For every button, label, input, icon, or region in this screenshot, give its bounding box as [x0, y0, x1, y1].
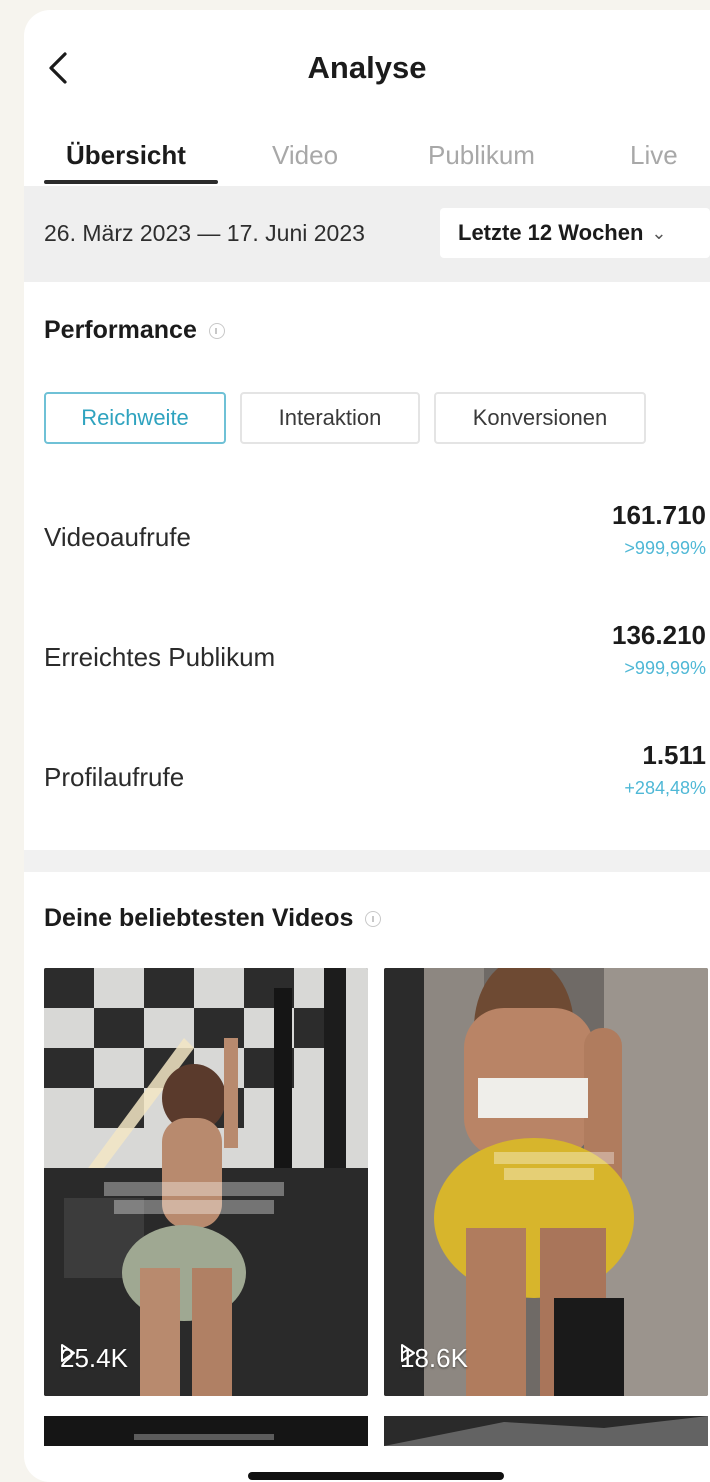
top-bar: Analyse [24, 10, 710, 120]
date-range-label: 26. März 2023 — 17. Juni 2023 [44, 220, 365, 246]
top-videos-title: Deine beliebtesten Videos [44, 904, 354, 932]
metric-change: >999,99% [624, 538, 706, 558]
tab-bar: Übersicht Video Publikum Live [24, 122, 710, 188]
video-thumbnail-partial[interactable] [384, 1416, 708, 1446]
video-image [44, 1416, 368, 1446]
gym-video-image [44, 968, 368, 1396]
fitness-video-image [384, 968, 708, 1396]
metric-label: Profilaufrufe [44, 762, 185, 792]
video-thumbnail-partial[interactable] [44, 1416, 368, 1446]
info-icon[interactable] [208, 322, 225, 339]
page-title: Analyse [307, 50, 427, 85]
performance-title: Performance [44, 316, 197, 344]
pill-conversions[interactable]: Konversionen [434, 392, 646, 444]
play-icon [61, 1344, 75, 1362]
metric-row: Erreichtes Publikum 136.210 >999,99% [24, 620, 710, 700]
metric-label: Videoaufrufe [44, 522, 191, 552]
pill-reach[interactable]: Reichweite [44, 392, 226, 444]
video-thumbnail[interactable]: 18.6K [384, 968, 708, 1396]
date-range-bar: 26. März 2023 — 17. Juni 2023 Letzte 12 … [24, 186, 710, 282]
period-dropdown-label: Letzte 12 Wochen [458, 220, 644, 245]
tab-overview[interactable]: Übersicht [66, 140, 186, 171]
performance-section-title: Performance [44, 316, 225, 345]
video-thumbnail[interactable]: 25.4K [44, 968, 368, 1396]
tab-audience[interactable]: Publikum [428, 140, 535, 171]
period-dropdown[interactable]: Letzte 12 Wochen ⌄ [440, 208, 710, 258]
video-image [384, 1416, 708, 1446]
metric-label: Erreichtes Publikum [44, 642, 276, 672]
metric-value: 136.210 [612, 620, 706, 650]
tab-live[interactable]: Live [630, 140, 678, 171]
active-tab-indicator [44, 180, 218, 184]
info-icon[interactable] [365, 910, 382, 927]
metric-change: +284,48% [624, 778, 706, 798]
metric-row: Videoaufrufe 161.710 >999,99% [24, 500, 710, 580]
metric-value: 161.710 [612, 500, 706, 530]
view-count: 18.6K [400, 1343, 468, 1374]
metric-value: 1.511 [642, 740, 706, 770]
tab-video[interactable]: Video [272, 140, 338, 171]
section-divider [24, 850, 710, 872]
analytics-screen: Analyse Übersicht Video Publikum Live 26… [24, 10, 710, 1482]
play-icon [401, 1344, 415, 1362]
metric-change: >999,99% [624, 658, 706, 678]
top-videos-section-title: Deine beliebtesten Videos [44, 904, 382, 933]
view-count: 25.4K [60, 1343, 128, 1374]
home-indicator [248, 1472, 504, 1480]
chevron-down-icon: ⌄ [651, 222, 667, 243]
pill-interaction[interactable]: Interaktion [240, 392, 420, 444]
metric-row: Profilaufrufe 1.511 +284,48% [24, 740, 710, 820]
